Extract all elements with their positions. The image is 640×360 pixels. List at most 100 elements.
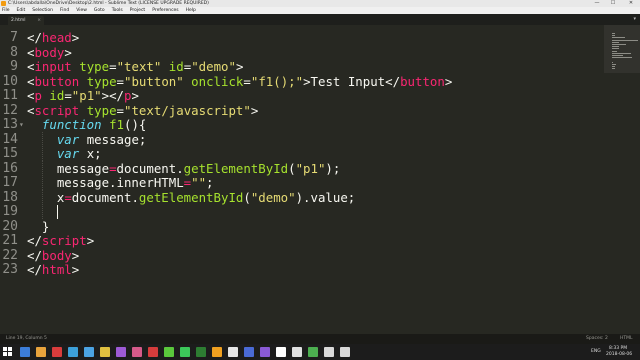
minimap-line	[612, 46, 620, 48]
menu-preferences[interactable]: Preferences	[152, 8, 178, 13]
code-token: body	[34, 44, 65, 60]
syntax-setting[interactable]: HTML	[620, 334, 633, 344]
minimap-line	[612, 57, 632, 59]
minimap-line	[612, 52, 631, 54]
taskbar-app-icon[interactable]	[324, 347, 334, 357]
code-token: =	[116, 73, 125, 89]
menu-find[interactable]: Find	[60, 8, 69, 13]
code-token: =	[116, 102, 125, 118]
code-text: <p id="p1"></p>	[27, 88, 139, 103]
taskbar-app-icon[interactable]	[212, 347, 222, 357]
taskbar-app-icon[interactable]	[180, 347, 190, 357]
tab-list-dropdown-icon[interactable]: ▾	[633, 16, 636, 22]
minimap-line	[612, 35, 615, 37]
code-token: >	[86, 233, 95, 248]
code-token: "p1"	[71, 88, 102, 103]
taskbar-app-icon[interactable]	[68, 347, 78, 357]
taskbar-app-icon[interactable]	[260, 347, 270, 357]
text-cursor	[56, 205, 58, 219]
menu-file[interactable]: File	[2, 8, 10, 13]
taskbar-app-icon[interactable]	[276, 347, 286, 357]
taskbar-app-icon[interactable]	[100, 347, 110, 357]
indentation-setting[interactable]: Spaces: 2	[586, 334, 608, 344]
tab-label: 2.html	[11, 18, 26, 23]
minimap-line	[612, 68, 616, 70]
code-token: =	[109, 160, 117, 176]
menu-project[interactable]: Project	[130, 8, 145, 13]
code-line[interactable]: 10 <button type="button" onclick="f1();">…	[0, 74, 604, 89]
code-token: </	[27, 30, 42, 45]
code-text: function f1(){	[27, 117, 146, 132]
sublime-app-icon	[1, 1, 6, 6]
taskbar-app-icon[interactable]	[116, 347, 126, 357]
taskbar-app-icon[interactable]	[244, 347, 254, 357]
code-line[interactable]: 17 message.innerHTML="";	[0, 175, 604, 190]
code-line[interactable]: 12 <script type="text/javascript">	[0, 103, 604, 118]
code-token: );	[325, 160, 341, 176]
code-line[interactable]: 22 </body>	[0, 248, 604, 263]
code-token: id	[168, 59, 184, 74]
menu-view[interactable]: View	[76, 8, 87, 13]
menu-edit[interactable]: Edit	[17, 8, 26, 13]
code-token: function	[41, 117, 102, 132]
code-line[interactable]: 20 }	[0, 219, 604, 234]
taskbar-app-icon[interactable]	[292, 347, 302, 357]
minimap[interactable]	[604, 25, 640, 334]
code-line[interactable]: 8 <body>	[0, 45, 604, 60]
minimap-viewport[interactable]	[604, 25, 640, 73]
input-language[interactable]: ENG	[591, 349, 601, 354]
taskbar-app-icon[interactable]	[340, 347, 350, 357]
code-line[interactable]: 16 message=document.getElementById("p1")…	[0, 160, 604, 176]
code-token: "p1"	[295, 160, 326, 176]
code-line[interactable]: 9 <input type="text" id="demo">	[0, 59, 604, 74]
taskbar-app-icon[interactable]	[20, 347, 30, 357]
code-line[interactable]: 19	[0, 204, 604, 219]
close-button[interactable]: ✕	[624, 0, 638, 7]
code-line[interactable]: 15 var x;	[0, 146, 604, 161]
menu-help[interactable]: Help	[186, 8, 196, 13]
clock-date[interactable]: 2018-08-06	[606, 352, 632, 357]
code-token: document.	[116, 160, 184, 176]
code-token: message;	[79, 131, 147, 147]
code-line[interactable]: 14 var message;	[0, 131, 604, 147]
code-line[interactable]: 13 ▾ function f1(){	[0, 117, 604, 132]
taskbar-app-icon[interactable]	[228, 347, 238, 357]
windows-start-icon[interactable]	[3, 347, 13, 357]
menu-tools[interactable]: Tools	[112, 8, 123, 13]
taskbar-app-icon[interactable]	[196, 347, 206, 357]
taskbar-app-icon[interactable]	[52, 347, 62, 357]
fold-arrow-icon[interactable]: ▾	[19, 117, 24, 132]
code-token: "text"	[116, 59, 162, 74]
tab-2-html[interactable]: 2.html ×	[8, 16, 44, 25]
menu-goto[interactable]: Goto	[94, 8, 105, 13]
minimap-line	[612, 41, 619, 43]
minimize-button[interactable]: —	[590, 0, 604, 7]
taskbar-app-icon[interactable]	[308, 347, 318, 357]
code-line[interactable]: 18 x=document.getElementById("demo").val…	[0, 189, 604, 205]
taskbar-app-icon[interactable]	[164, 347, 174, 357]
menu-selection[interactable]: Selection	[32, 8, 53, 13]
tab-close-icon[interactable]: ×	[37, 16, 41, 25]
taskbar-app-icon[interactable]	[36, 347, 46, 357]
taskbar-app-icon[interactable]	[84, 347, 94, 357]
taskbar-app-icon[interactable]	[132, 347, 142, 357]
code-line[interactable]: 21 </script>	[0, 233, 604, 248]
code-line[interactable]: 7 </head>	[0, 30, 604, 45]
line-number: 11	[2, 88, 18, 103]
maximize-button[interactable]: ☐	[606, 0, 620, 7]
clock-time[interactable]: 8:33 PM	[609, 346, 627, 351]
code-token: >	[444, 73, 453, 89]
code-token: var	[56, 146, 80, 161]
taskbar-app-icon[interactable]	[148, 347, 158, 357]
code-token: (	[288, 160, 296, 176]
code-token: >	[64, 44, 72, 60]
code-token: document.	[71, 189, 139, 205]
code-token: =	[243, 73, 251, 89]
code-editor[interactable]: 7 </head> 8 <body> 9 <input type="text" id="d…	[0, 25, 604, 334]
code-line[interactable]: 11 <p id="p1"></p>	[0, 88, 604, 103]
code-line[interactable]: 23 </html>	[0, 262, 604, 277]
